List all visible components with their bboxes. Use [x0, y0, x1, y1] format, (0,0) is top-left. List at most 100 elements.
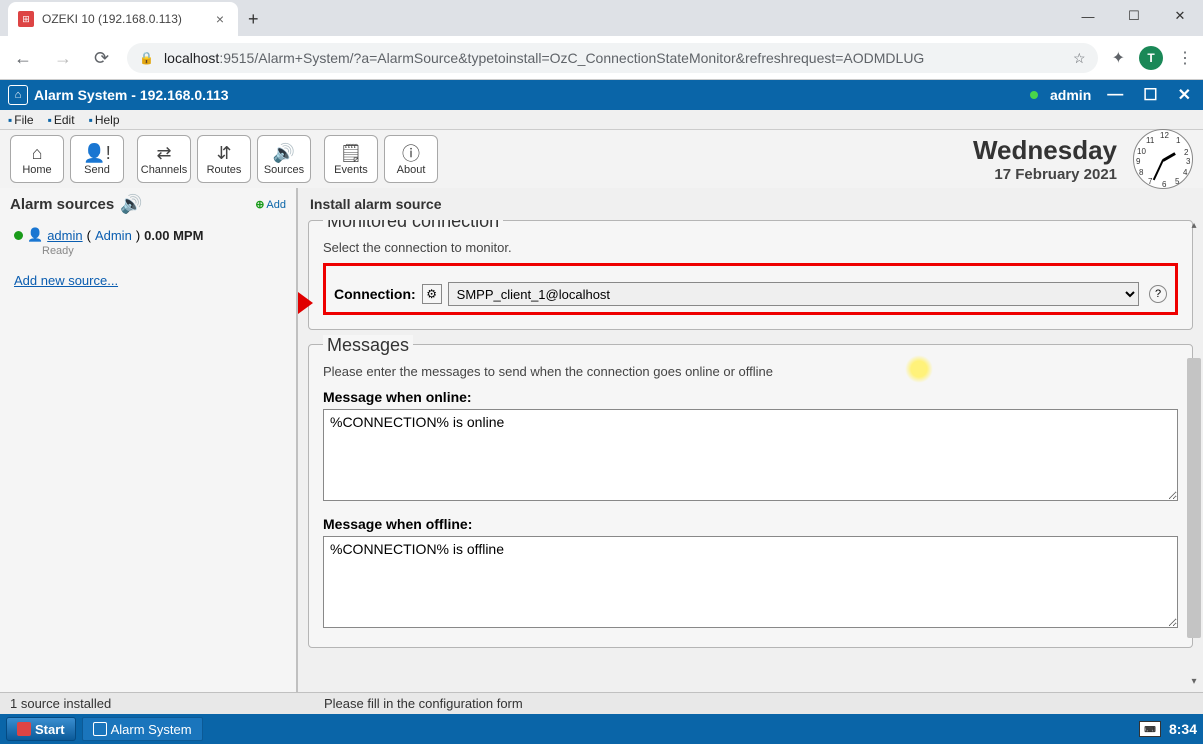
online-message-label: Message when online:	[323, 389, 1178, 405]
scroll-up-icon[interactable]: ▴	[1187, 218, 1201, 232]
add-new-source-link[interactable]: Add new source...	[0, 263, 296, 298]
keyboard-icon[interactable]: ⌨	[1139, 721, 1161, 737]
lock-icon: 🔒	[139, 51, 154, 65]
online-message-input[interactable]: %CONNECTION% is online	[323, 409, 1178, 501]
app-minimize-button[interactable]: —	[1103, 86, 1127, 104]
app-close-button[interactable]: ✕	[1174, 85, 1195, 105]
about-button[interactable]: ⓘAbout	[384, 135, 438, 183]
tab-close-icon[interactable]: ×	[212, 9, 228, 29]
source-status: Ready	[42, 245, 282, 257]
monitored-connection-fieldset: Monitored connection Select the connecti…	[308, 220, 1193, 330]
status-dot-icon	[1030, 91, 1038, 99]
reload-button[interactable]: ⟳	[90, 44, 113, 73]
browser-menu-icon[interactable]: ⋮	[1177, 48, 1193, 68]
status-bar: 1 source installed Please fill in the co…	[0, 692, 1203, 714]
online-dot-icon	[14, 231, 23, 240]
offline-message-input[interactable]: %CONNECTION% is offline	[323, 536, 1178, 628]
taskbar-app-icon	[93, 722, 107, 736]
events-button[interactable]: 🗒Events	[324, 135, 378, 183]
source-name-link[interactable]: admin	[47, 228, 82, 243]
full-date: 17 February 2021	[973, 166, 1117, 183]
status-right: Please fill in the configuration form	[298, 696, 523, 711]
gear-icon[interactable]: ⚙	[422, 284, 442, 304]
bookmark-star-icon[interactable]: ☆	[1073, 50, 1086, 67]
menu-help[interactable]: ▪Help	[89, 113, 120, 127]
fieldset-description: Please enter the messages to send when t…	[323, 364, 1178, 379]
fieldset-description: Select the connection to monitor.	[323, 240, 1178, 255]
current-user[interactable]: admin	[1050, 87, 1091, 103]
os-maximize-button[interactable]: ☐	[1111, 0, 1157, 32]
menu-edit[interactable]: ▪Edit	[48, 113, 75, 127]
main-content: Alarm sources 🔊 ⊕Add 👤 admin (Admin) 0.0…	[0, 188, 1203, 692]
page-title: Install alarm source	[298, 188, 1203, 220]
connection-label: Connection:	[334, 286, 416, 302]
url-port: :9515	[219, 50, 254, 66]
add-source-button[interactable]: ⊕Add	[255, 198, 286, 211]
messages-fieldset: Messages Please enter the messages to se…	[308, 344, 1193, 648]
send-icon: 👤!	[83, 142, 110, 164]
help-icon[interactable]: ?	[1149, 285, 1167, 303]
menu-file[interactable]: ▪File	[8, 113, 34, 127]
url-host: localhost	[164, 50, 219, 66]
send-button[interactable]: 👤!Send	[70, 135, 124, 183]
start-button[interactable]: Start	[6, 717, 76, 741]
date-display: Wednesday 17 February 2021	[973, 135, 1123, 183]
browser-tab[interactable]: ⊞ OZEKI 10 (192.168.0.113) ×	[8, 2, 238, 36]
home-icon: ⌂	[32, 142, 43, 164]
url-input[interactable]: 🔒 localhost:9515/Alarm+System/?a=AlarmSo…	[127, 43, 1098, 73]
fieldset-legend: Monitored connection	[323, 220, 503, 232]
profile-avatar[interactable]: T	[1139, 46, 1163, 70]
taskbar: Start Alarm System ⌨ 8:34	[0, 714, 1203, 744]
sidebar-title: Alarm sources	[10, 196, 114, 213]
taskbar-item-alarm-system[interactable]: Alarm System	[82, 717, 203, 741]
source-role: Admin	[95, 228, 132, 243]
app-maximize-button[interactable]: ☐	[1139, 85, 1161, 105]
source-mpm: 0.00 MPM	[144, 228, 203, 243]
analog-clock: 12 1 2 3 4 5 6 7 8 9 10 11	[1133, 129, 1193, 189]
sources-icon: 🔊	[273, 142, 295, 164]
red-arrow-annotation	[298, 281, 313, 325]
new-tab-button[interactable]: +	[238, 3, 269, 36]
browser-tab-bar: ⊞ OZEKI 10 (192.168.0.113) × +	[0, 0, 1203, 36]
channels-icon: ⇄	[156, 142, 171, 164]
events-icon: 🗒	[340, 142, 363, 164]
channels-button[interactable]: ⇄Channels	[137, 135, 191, 183]
tab-title: OZEKI 10 (192.168.0.113)	[42, 12, 182, 26]
sidebar-header: Alarm sources 🔊 ⊕Add	[0, 188, 296, 221]
routes-icon: ⇵	[216, 142, 231, 164]
app-titlebar: ⌂ Alarm System - 192.168.0.113 admin — ☐…	[0, 80, 1203, 110]
os-window-controls: — ☐ ✕	[1065, 0, 1203, 32]
form-area: Monitored connection Select the connecti…	[298, 220, 1203, 692]
sidebar: Alarm sources 🔊 ⊕Add 👤 admin (Admin) 0.0…	[0, 188, 298, 692]
os-close-button[interactable]: ✕	[1157, 0, 1203, 32]
taskbar-clock: 8:34	[1169, 721, 1197, 737]
toolbar: ⌂Home 👤!Send ⇄Channels ⇵Routes 🔊Sources …	[0, 130, 1203, 188]
sources-button[interactable]: 🔊Sources	[257, 135, 311, 183]
app-icon: ⌂	[8, 85, 28, 105]
start-icon	[17, 722, 31, 736]
app-title: Alarm System - 192.168.0.113	[34, 87, 229, 103]
scrollbar[interactable]: ▴ ▾	[1187, 218, 1201, 688]
browser-address-bar: ← → ⟳ 🔒 localhost:9515/Alarm+System/?a=A…	[0, 36, 1203, 80]
url-path: /Alarm+System/?a=AlarmSource&typetoinsta…	[254, 50, 924, 66]
routes-button[interactable]: ⇵Routes	[197, 135, 251, 183]
scroll-thumb[interactable]	[1187, 358, 1201, 638]
back-button[interactable]: ←	[10, 44, 36, 73]
offline-message-label: Message when offline:	[323, 516, 1178, 532]
connection-select[interactable]: SMPP_client_1@localhost	[448, 282, 1139, 306]
weekday: Wednesday	[973, 135, 1117, 166]
scroll-down-icon[interactable]: ▾	[1187, 674, 1201, 688]
favicon-icon: ⊞	[18, 11, 34, 27]
about-icon: ⓘ	[402, 142, 420, 164]
menu-bar: ▪File ▪Edit ▪Help	[0, 110, 1203, 130]
home-button[interactable]: ⌂Home	[10, 135, 64, 183]
os-minimize-button[interactable]: —	[1065, 0, 1111, 32]
connection-highlight: Connection: ⚙ SMPP_client_1@localhost ?	[323, 263, 1178, 315]
speaker-icon: 🔊	[120, 194, 142, 215]
right-pane: Install alarm source Monitored connectio…	[298, 188, 1203, 692]
forward-button: →	[50, 44, 76, 73]
source-item[interactable]: 👤 admin (Admin) 0.00 MPM Ready	[0, 221, 296, 263]
fieldset-legend: Messages	[323, 335, 413, 356]
extensions-icon[interactable]: ✦	[1112, 48, 1125, 68]
status-left: 1 source installed	[0, 696, 298, 711]
